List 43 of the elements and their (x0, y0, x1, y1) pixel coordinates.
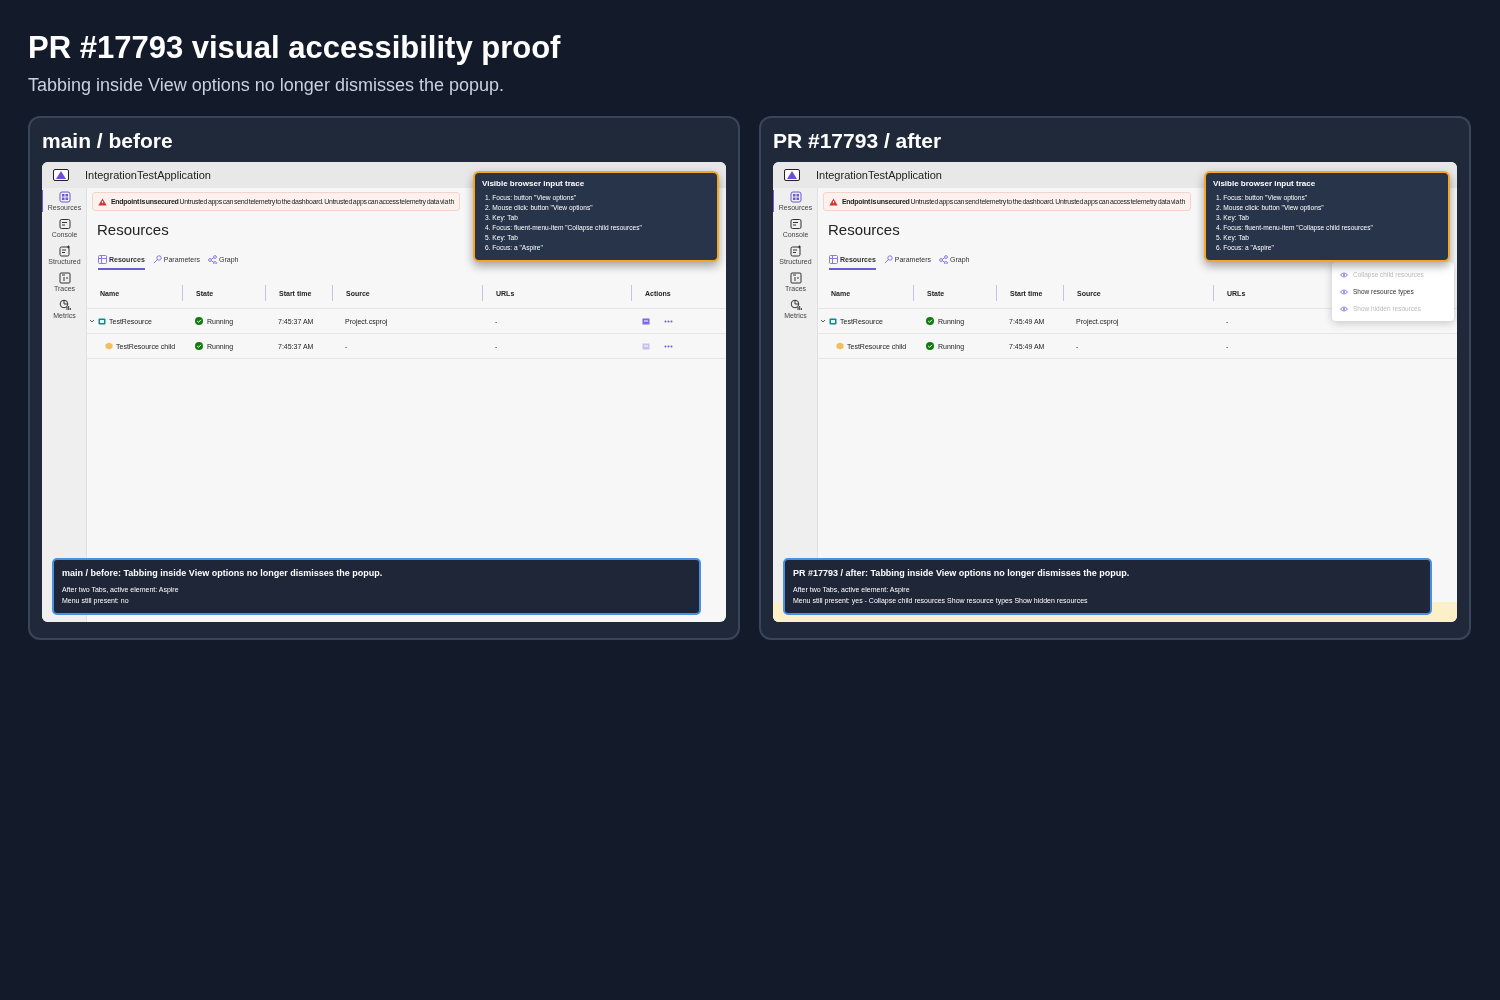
logo-icon (53, 169, 69, 181)
key-icon (152, 255, 162, 264)
trace-title: Visible browser input trace (482, 179, 586, 188)
eye-icon (1340, 305, 1348, 312)
panel-heading: PR #17793 / after (773, 128, 942, 154)
table-icon (829, 255, 838, 264)
more-icon[interactable] (664, 344, 673, 348)
graph-icon (208, 255, 217, 264)
eye-icon (1340, 288, 1348, 295)
page-heading: Resources (828, 221, 900, 239)
check-circle-icon (195, 342, 203, 350)
app-title: IntegrationTestApplication (85, 169, 211, 181)
page-subtitle: Tabbing inside View options no longer dismisses the popup. (28, 74, 505, 96)
chevron-down-icon[interactable] (89, 318, 95, 324)
document-icon (58, 245, 71, 257)
summary-title: PR #17793 / after: Tabbing inside View options no longer dismisses the popup. (793, 568, 1131, 578)
grid-icon (58, 191, 71, 203)
chevron-down-icon[interactable] (820, 318, 826, 324)
eye-icon (1340, 271, 1348, 278)
chart-icon (58, 272, 71, 284)
app-title: IntegrationTestApplication (816, 169, 942, 181)
summary-title: main / before: Tabbing inside View options no longer dismisses the popup. (62, 568, 384, 578)
console-log-icon[interactable] (642, 317, 650, 325)
project-icon (98, 317, 106, 325)
console-icon (58, 218, 71, 230)
panel-heading: main / before (42, 128, 173, 154)
page-heading: Resources (97, 221, 169, 239)
trace-title: Visible browser input trace (1213, 179, 1317, 188)
graph-icon (939, 255, 948, 264)
metrics-icon (58, 299, 71, 311)
check-circle-icon (926, 317, 934, 325)
page-title: PR #17793 visual accessibility proof (28, 30, 561, 66)
warning-icon (829, 197, 838, 206)
check-circle-icon (926, 342, 934, 350)
logo-icon (784, 169, 800, 181)
project-icon (829, 317, 837, 325)
more-icon[interactable] (664, 319, 673, 323)
key-icon (883, 255, 893, 264)
cube-icon (836, 342, 844, 350)
check-circle-icon (195, 317, 203, 325)
cube-icon (105, 342, 113, 350)
table-icon (98, 255, 107, 264)
warning-icon (98, 197, 107, 206)
